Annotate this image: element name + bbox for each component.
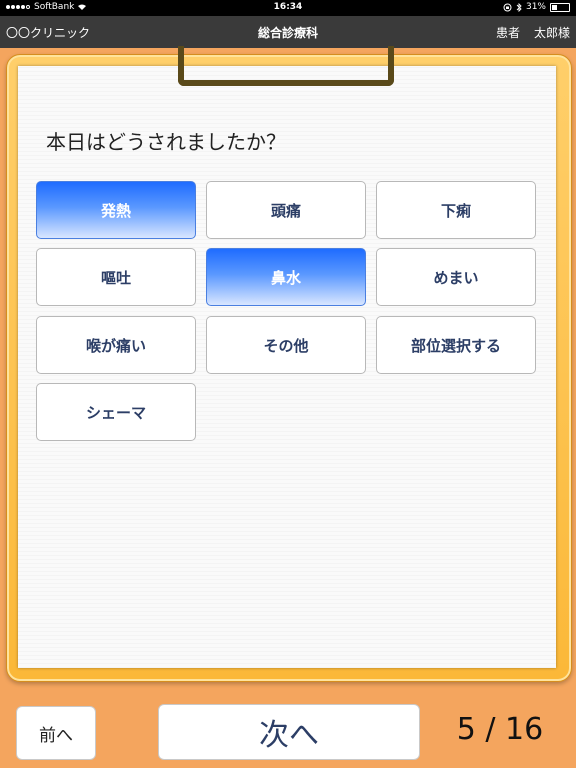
patient-info: 患者 太郎様 <box>496 24 570 41</box>
choice-diarrhea[interactable]: 下痢 <box>376 181 536 239</box>
prev-button[interactable]: 前へ <box>16 706 96 760</box>
status-bar: SoftBank 16:34 31% <box>0 0 576 16</box>
choice-sore-throat[interactable]: 喉が痛い <box>36 316 196 374</box>
nav-bar: 〇〇クリニック 総合診療科 患者 太郎様 <box>0 16 576 48</box>
lock-rotation-icon <box>503 3 512 11</box>
patient-label: 患者 <box>495 26 520 40</box>
bluetooth-icon <box>516 2 522 12</box>
choice-fever[interactable]: 発熱 <box>36 181 196 239</box>
choice-schema[interactable]: シェーマ <box>36 383 196 441</box>
status-time: 16:34 <box>273 2 303 12</box>
choice-other[interactable]: その他 <box>206 316 366 374</box>
next-button[interactable]: 次へ <box>158 704 420 760</box>
choice-dizziness[interactable]: めまい <box>376 248 536 306</box>
battery-percent: 31% <box>525 2 546 12</box>
clipboard-clip <box>178 46 394 86</box>
page-counter: 5 / 16 <box>456 712 544 747</box>
choice-select-body-part[interactable]: 部位選択する <box>376 316 536 374</box>
battery-icon <box>550 2 570 12</box>
choice-vomiting[interactable]: 嘔吐 <box>36 248 196 306</box>
choice-headache[interactable]: 頭痛 <box>206 181 366 239</box>
battery-fill <box>552 4 557 10</box>
clinic-name: 〇〇クリニック <box>6 26 91 40</box>
status-right: 31% <box>503 2 570 12</box>
question-text: 本日はどうされましたか？ <box>46 130 286 154</box>
choice-runny-nose[interactable]: 鼻水 <box>206 248 366 306</box>
patient-name: 太郎様 <box>533 26 570 40</box>
